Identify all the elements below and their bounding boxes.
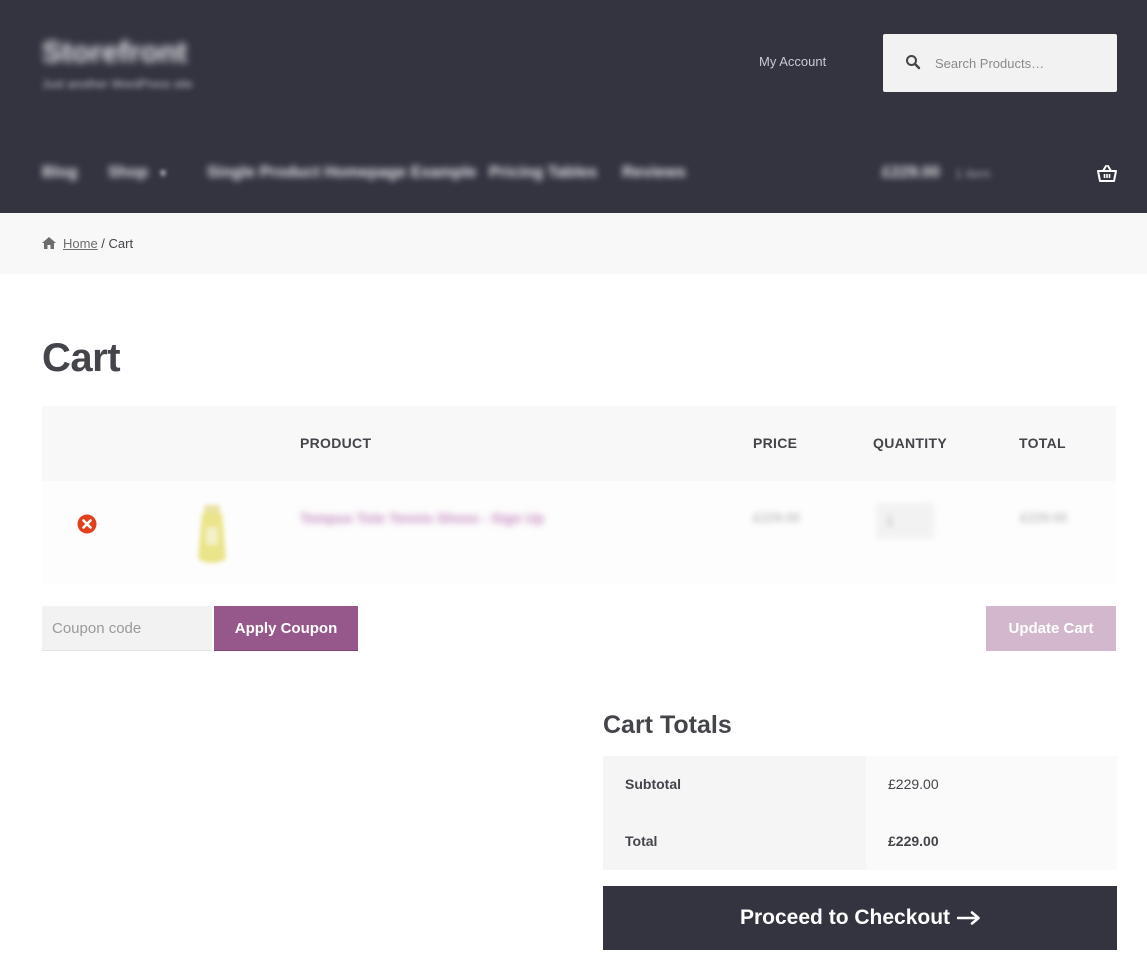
product-subtotal: £229.00 [1020, 510, 1067, 525]
product-thumbnail[interactable] [192, 503, 232, 567]
coupon-code-input[interactable] [42, 606, 212, 651]
column-header-total: TOTAL [1019, 435, 1066, 451]
product-name-link[interactable]: Tempus Tote Tennis Shoes - Sign Up [300, 510, 544, 526]
site-title[interactable]: Storefront [42, 36, 187, 70]
quantity-value: 1 [886, 513, 894, 528]
breadcrumb-trail: Home / Cart [63, 236, 133, 251]
total-value-cell: £229.00 [866, 813, 1117, 870]
site-header: Storefront Just another WordPress site M… [0, 0, 1147, 136]
subtotal-value-cell: £229.00 [866, 756, 1117, 813]
arrow-right-icon [957, 911, 980, 925]
breadcrumb-home-link[interactable]: Home [63, 236, 98, 251]
search-input[interactable] [935, 34, 1110, 92]
my-account-link[interactable]: My Account [759, 54, 826, 69]
subtotal-label-cell: Subtotal [603, 756, 866, 813]
quantity-input[interactable]: 1 [876, 503, 934, 539]
subtotal-value: £229.00 [888, 776, 939, 792]
site-tagline: Just another WordPress site [42, 77, 193, 91]
breadcrumb: Home / Cart [0, 213, 1147, 274]
remove-item-icon[interactable] [77, 514, 97, 534]
subtotal-label: Subtotal [625, 776, 681, 792]
chevron-down-icon: ▾ [160, 166, 167, 180]
page-title: Cart [42, 336, 121, 380]
basket-icon[interactable] [1097, 165, 1117, 183]
checkout-button-label: Proceed to Checkout [740, 906, 951, 929]
nav-item-reviews[interactable]: Reviews [622, 164, 686, 182]
header-cart-count[interactable]: 1 item [955, 166, 990, 181]
search-icon [906, 55, 921, 70]
column-header-product: PRODUCT [300, 435, 372, 451]
total-label-cell: Total [603, 813, 866, 870]
total-label: Total [625, 833, 658, 849]
proceed-to-checkout-button[interactable]: Proceed to Checkout [603, 886, 1117, 950]
table-row: Tempus Tote Tennis Shoes - Sign Up £229.… [42, 481, 1116, 585]
nav-item-shop[interactable]: Shop [108, 164, 148, 182]
breadcrumb-current: Cart [108, 236, 134, 251]
search-box[interactable] [883, 34, 1117, 92]
primary-navigation: Blog Shop ▾ Single Product Homepage Exam… [0, 136, 1147, 213]
nav-item-single-product[interactable]: Single Product Homepage Example [207, 164, 476, 182]
product-price: £229.00 [753, 510, 800, 525]
cart-totals-title: Cart Totals [603, 711, 732, 739]
nav-item-blog[interactable]: Blog [42, 164, 78, 182]
column-header-price: PRICE [753, 435, 798, 451]
home-icon [42, 237, 56, 249]
update-cart-button[interactable]: Update Cart [986, 606, 1116, 651]
apply-coupon-button[interactable]: Apply Coupon [214, 606, 358, 651]
cart-table-header: PRODUCT PRICE QUANTITY TOTAL [42, 406, 1116, 481]
column-header-quantity: QUANTITY [873, 435, 947, 451]
breadcrumb-separator: / [97, 236, 109, 251]
nav-item-pricing-tables[interactable]: Pricing Tables [489, 164, 597, 182]
total-value: £229.00 [888, 833, 939, 849]
header-cart-amount[interactable]: £229.00 [882, 164, 940, 182]
